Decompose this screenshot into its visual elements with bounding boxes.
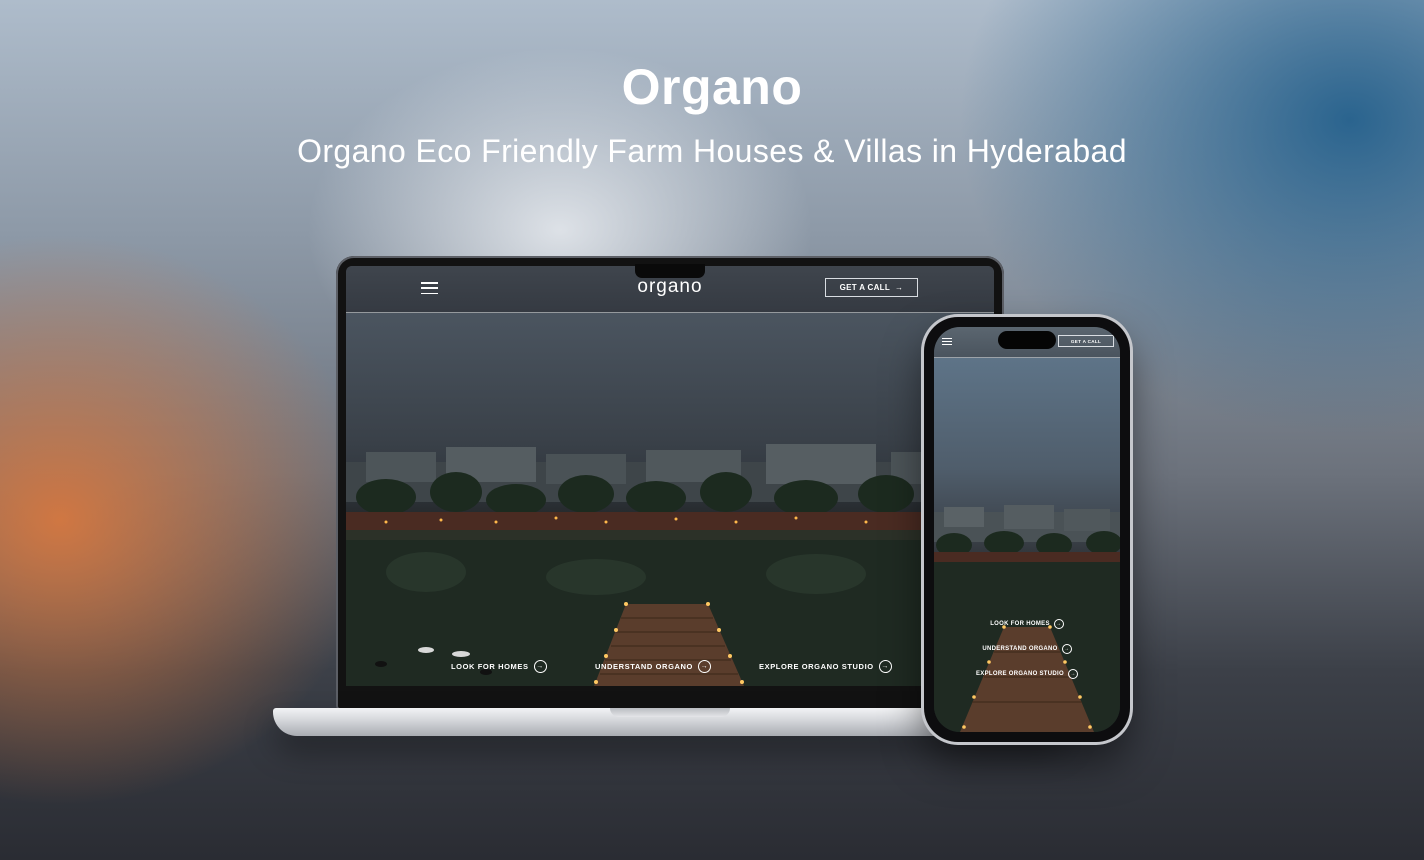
phone-screen: LOOK FOR HOMES → UNDERSTAND ORGANO → EXP… <box>934 327 1120 732</box>
arrow-right-circle-icon: → <box>533 660 547 673</box>
arrow-right-circle-icon: → <box>1053 619 1064 629</box>
cta-explore-organo-studio[interactable]: EXPLORE ORGANO STUDIO → <box>759 660 892 673</box>
cta-label: UNDERSTAND ORGANO <box>982 646 1058 652</box>
get-a-call-label: GET A CALL <box>839 283 891 292</box>
phone-cta-look-for-homes[interactable]: LOOK FOR HOMES → <box>934 619 1120 629</box>
arrow-right-circle-icon: → <box>1061 644 1072 654</box>
cta-label: UNDERSTAND ORGANO <box>595 662 693 671</box>
cta-row: LOOK FOR HOMES → UNDERSTAND ORGANO → EXP… <box>346 660 994 676</box>
arrow-right-icon: → <box>895 283 904 292</box>
cta-label: LOOK FOR HOMES <box>451 662 529 671</box>
cta-label: LOOK FOR HOMES <box>990 621 1050 627</box>
cta-understand-organo[interactable]: UNDERSTAND ORGANO → <box>595 660 711 673</box>
phone-cta-explore-organo-studio[interactable]: EXPLORE ORGANO STUDIO → <box>934 669 1120 679</box>
cta-label: EXPLORE ORGANO STUDIO <box>976 671 1064 677</box>
dynamic-island <box>998 331 1056 349</box>
hero-title: Organo <box>621 59 803 115</box>
camera-notch <box>635 264 705 278</box>
get-a-call-button[interactable]: GET A CALL → <box>825 278 918 297</box>
laptop-screen: LOOK FOR HOMES → UNDERSTAND ORGANO → EXP… <box>346 266 994 686</box>
hero-subtitle: Organo Eco Friendly Farm Houses & Villas… <box>297 133 1127 169</box>
laptop-thumb-recess <box>610 708 730 717</box>
phone-cta-understand-organo[interactable]: UNDERSTAND ORGANO → <box>934 644 1120 654</box>
cta-look-for-homes[interactable]: LOOK FOR HOMES → <box>451 660 547 673</box>
cta-label: EXPLORE ORGANO STUDIO <box>759 662 874 671</box>
phone-hero-photo: LOOK FOR HOMES → UNDERSTAND ORGANO → EXP… <box>934 357 1120 732</box>
phone-get-a-call-button[interactable]: GET A CALL <box>1058 335 1114 347</box>
arrow-right-circle-icon: → <box>697 660 711 673</box>
hamburger-menu-icon[interactable] <box>942 338 952 346</box>
arrow-right-circle-icon: → <box>878 660 892 673</box>
arrow-right-circle-icon: → <box>1067 669 1078 679</box>
resort-lake-photo <box>346 444 994 686</box>
hero-photo: LOOK FOR HOMES → UNDERSTAND ORGANO → EXP… <box>346 312 994 686</box>
